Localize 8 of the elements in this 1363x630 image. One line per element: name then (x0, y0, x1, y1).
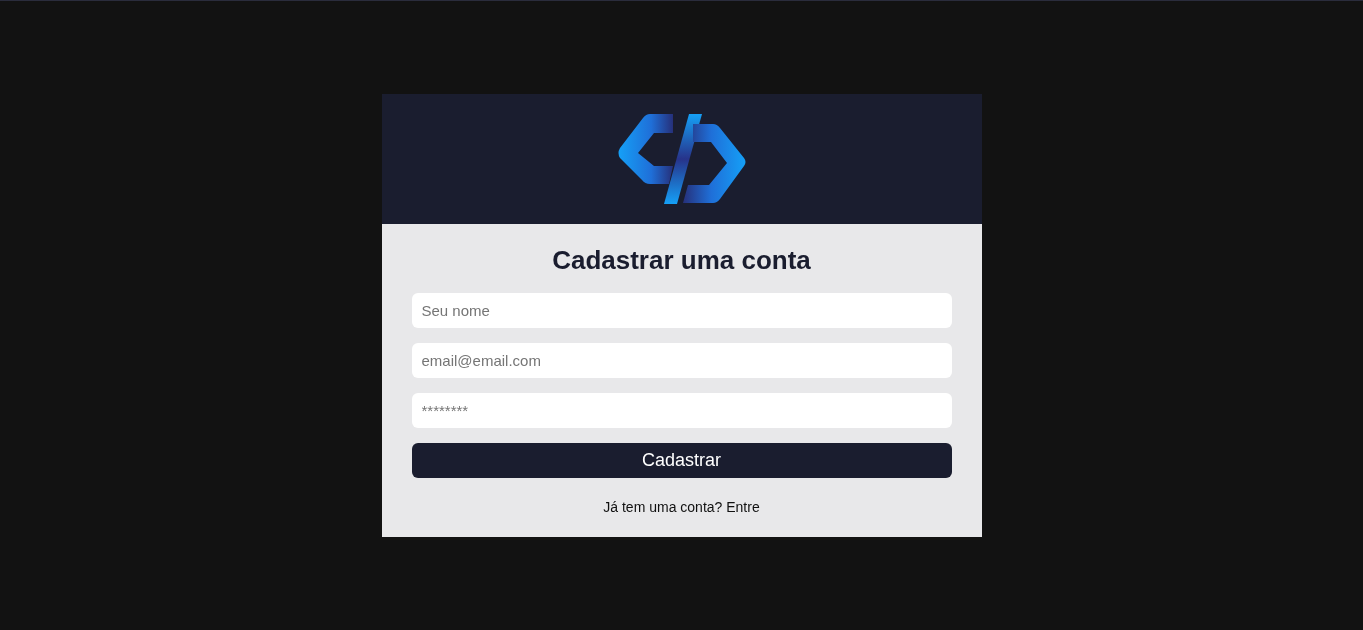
input-field[interactable]: email@email.com (411, 343, 952, 378)
login-prompt: Já tem uma conta? Entre (603, 498, 760, 517)
input-field[interactable]: ******** (411, 393, 952, 428)
submit-button[interactable]: Cadastrar (411, 443, 952, 478)
login-link[interactable]: Entre (726, 499, 760, 515)
form-title: Cadastrar uma conta (552, 244, 811, 277)
code-logo-icon (616, 114, 747, 204)
input-field[interactable]: Seu nome (411, 293, 952, 328)
